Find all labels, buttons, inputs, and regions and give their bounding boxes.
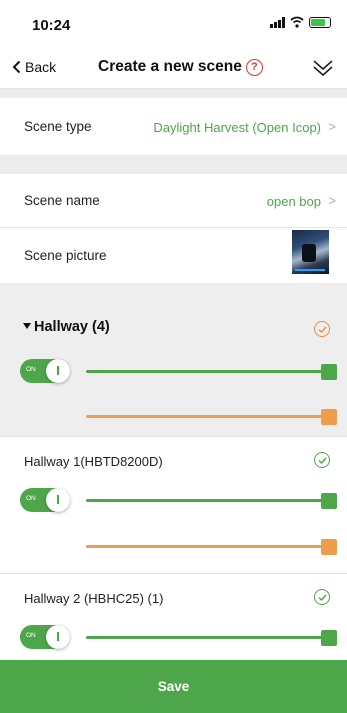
check-circle-icon[interactable] (314, 452, 330, 468)
device-1-colortemp-track[interactable] (86, 545, 326, 548)
status-bar: 10:24 (0, 0, 347, 50)
scene-name-row[interactable]: Scene name open bop > (0, 174, 347, 228)
check-circle-icon[interactable] (314, 321, 330, 337)
back-label: Back (25, 59, 57, 75)
scene-picture-thumbnail[interactable] (292, 230, 329, 274)
toggle-on-text: ON (26, 632, 36, 639)
toggle-on-text: ON (26, 495, 36, 502)
battery-charging-icon (309, 16, 331, 28)
section-gap (0, 89, 347, 98)
group-section: Hallway (4) ON (0, 283, 347, 436)
group-colortemp-handle[interactable] (321, 409, 337, 425)
save-button[interactable]: Save (0, 660, 347, 713)
wifi-icon (290, 16, 304, 28)
nav-bar: Back Create a new scene? (0, 50, 347, 89)
divider (0, 573, 347, 574)
scene-type-value: Daylight Harvest (Open Icop) (153, 120, 321, 135)
help-icon[interactable]: ? (245, 59, 263, 76)
group-brightness-track[interactable] (86, 370, 326, 373)
chevron-right-icon: > (328, 119, 336, 134)
device-2-brightness-handle[interactable] (321, 630, 337, 646)
scene-type-row[interactable]: Scene type Daylight Harvest (Open Icop) … (0, 98, 347, 156)
device-1-brightness-handle[interactable] (321, 493, 337, 509)
group-title: Hallway (4) (34, 319, 110, 335)
section-gap (0, 156, 347, 174)
scene-name-label: Scene name (24, 193, 100, 208)
page-title-text: Create a new scene (98, 58, 242, 75)
check-circle-icon[interactable] (314, 589, 330, 605)
signal-icon (270, 16, 285, 28)
group-on-toggle[interactable]: ON (20, 359, 70, 383)
double-chevron-down-icon[interactable] (311, 56, 335, 80)
device-2-on-toggle[interactable]: ON (20, 625, 70, 649)
group-header[interactable]: Hallway (4) (23, 319, 110, 335)
device-1-on-toggle[interactable]: ON (20, 488, 70, 512)
device-1-brightness-track[interactable] (86, 499, 326, 502)
scene-name-value: open bop (266, 194, 321, 209)
back-button[interactable]: Back (12, 59, 56, 75)
caret-down-icon (23, 323, 31, 329)
chevron-right-icon: > (328, 193, 336, 208)
toggle-on-text: ON (26, 366, 36, 373)
group-colortemp-track[interactable] (86, 415, 326, 418)
device-1-name: Hallway 1(HBTD8200D) (24, 454, 163, 469)
divider (0, 436, 347, 437)
chevron-left-icon (12, 60, 21, 74)
device-2-name: Hallway 2 (HBHC25) (1) (24, 591, 164, 606)
group-brightness-handle[interactable] (321, 364, 337, 380)
device-2-brightness-track[interactable] (86, 636, 326, 639)
page-title: Create a new scene? (98, 58, 263, 76)
status-time: 10:24 (32, 17, 71, 34)
device-1-colortemp-handle[interactable] (321, 539, 337, 555)
scene-picture-label: Scene picture (24, 248, 107, 263)
scene-type-label: Scene type (24, 119, 92, 134)
